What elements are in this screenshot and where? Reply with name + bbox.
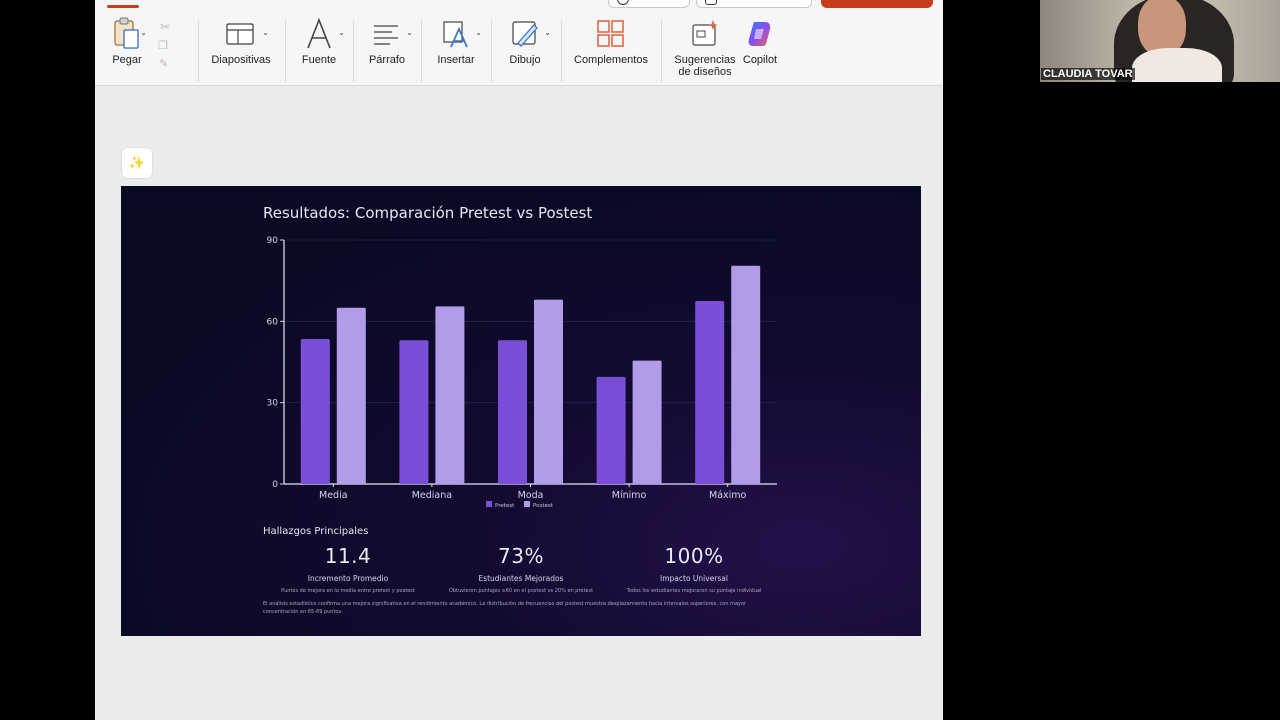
- stat-value: 11.4: [324, 544, 372, 568]
- ribbon-divider: [285, 20, 286, 82]
- comments-button[interactable]: [696, 0, 812, 8]
- record-icon: [617, 0, 629, 5]
- addins-button[interactable]: Complementos: [571, 16, 651, 80]
- bar-pretest: [399, 340, 429, 484]
- conclusion-text: El análisis estadístico confirma una mej…: [263, 601, 747, 615]
- bar-postest: [731, 265, 761, 484]
- insert-shapes-icon: ⌄: [436, 16, 482, 52]
- share-button[interactable]: [821, 0, 933, 8]
- x-tick-label: Moda: [518, 490, 544, 501]
- paste-button[interactable]: ⌄ Pegar: [105, 16, 149, 80]
- stat-value: 73%: [498, 544, 544, 568]
- format-painter-icon[interactable]: ✎: [159, 57, 179, 70]
- legend-label: Pretest: [495, 503, 515, 509]
- stat-description: Todos los estudiantes mejoraron su punta…: [626, 588, 762, 594]
- bar-postest: [534, 299, 563, 484]
- paste-label: Pegar: [112, 54, 142, 66]
- powerpoint-window: ⌄ Pegar ✂ ❐ ✎ ⌄ Diapositivas ⌄ Fuente ⌄ …: [95, 0, 943, 720]
- comment-icon: [705, 0, 717, 5]
- ribbon-divider: [353, 20, 354, 82]
- screen: ⌄ Pegar ✂ ❐ ✎ ⌄ Diapositivas ⌄ Fuente ⌄ …: [0, 0, 1280, 720]
- draw-pen-icon: ⌄: [505, 16, 551, 52]
- x-tick-label: Media: [319, 490, 348, 501]
- stat-increment: 11.4 Incremento Promedio Puntos de mejor…: [248, 544, 448, 594]
- slide-canvas[interactable]: 0 30 60 90 Media Mediana Moda Mínimo Máximo Prete…: [121, 186, 921, 636]
- ribbon-toolbar: ⌄ Pegar ✂ ❐ ✎ ⌄ Diapositivas ⌄ Fuente ⌄ …: [95, 10, 943, 86]
- ribbon-divider: [561, 20, 562, 82]
- findings-title: Hallazgos Principales: [263, 526, 369, 537]
- stat-improved: 73% Estudiantes Mejorados Obtuvieron pun…: [421, 544, 621, 594]
- participant-body: [1132, 48, 1222, 82]
- clipboard-small-tools: ✂ ❐ ✎: [155, 20, 179, 80]
- slide-title: Resultados: Comparación Pretest vs Poste…: [263, 204, 593, 222]
- stat-label: Incremento Promedio: [307, 574, 389, 583]
- stat-description: Obtuvieron puntajes ≥60 en el postest vs…: [448, 588, 594, 594]
- designer-quick-button[interactable]: ✨: [122, 148, 152, 178]
- y-tick-label: 60: [267, 317, 279, 327]
- designer-button[interactable]: Sugerencias de diseños: [671, 16, 739, 80]
- copilot-icon: [740, 16, 780, 52]
- stat-label: Estudiantes Mejorados: [478, 574, 564, 583]
- cut-icon[interactable]: ✂: [160, 20, 179, 34]
- bar-chart: 0 30 60 90 Media Mediana Moda Mínimo Máximo Prete…: [267, 236, 777, 509]
- active-tab-indicator: [107, 5, 139, 8]
- addins-label: Complementos: [574, 54, 648, 66]
- draw-label: Dibujo: [509, 54, 541, 66]
- bar-pretest: [498, 340, 527, 484]
- ribbon-divider: [421, 20, 422, 82]
- stat-label: Impacto Universal: [660, 574, 728, 583]
- designer-label: Sugerencias de diseños: [674, 54, 736, 78]
- ribbon-divider: [198, 20, 199, 82]
- font-label: Fuente: [301, 54, 337, 66]
- stat-universal: 100% Impacto Universal Todos los estudia…: [594, 544, 794, 594]
- stat-value: 100%: [664, 544, 724, 568]
- legend-label: Postest: [533, 503, 554, 509]
- slide-layout-icon: ⌄: [221, 16, 269, 52]
- addins-grid-icon: [591, 16, 631, 52]
- y-tick-label: 30: [267, 399, 279, 409]
- legend-swatch: [486, 501, 492, 507]
- participant-name: CLAUDIA TOVAR: [1041, 68, 1135, 80]
- font-icon: ⌄: [299, 16, 345, 52]
- y-tick-label: 0: [272, 480, 278, 490]
- copilot-label: Copilot: [742, 54, 778, 66]
- stat-description: Puntos de mejora en la media entre prete…: [281, 588, 415, 594]
- bar-postest: [435, 306, 465, 484]
- paragraph-button[interactable]: ⌄ Párrafo: [363, 16, 413, 80]
- x-tick-label: Mediana: [412, 490, 452, 501]
- draw-button[interactable]: ⌄ Dibujo: [501, 16, 551, 80]
- sparkle-wand-icon: ✨: [128, 155, 146, 170]
- legend-swatch: [524, 501, 530, 507]
- copilot-button[interactable]: Copilot: [739, 16, 781, 80]
- copy-icon[interactable]: ❐: [158, 39, 179, 52]
- participant-video[interactable]: CLAUDIA TOVAR: [1040, 0, 1280, 82]
- ribbon-divider: [491, 20, 492, 82]
- x-tick-label: Máximo: [709, 490, 747, 501]
- bar-pretest: [300, 338, 330, 484]
- paragraph-align-icon: ⌄: [374, 25, 413, 45]
- bar-pretest: [596, 376, 626, 484]
- font-button[interactable]: ⌄ Fuente: [295, 16, 345, 80]
- slides-label: Diapositivas: [211, 54, 271, 66]
- y-tick-label: 90: [267, 236, 279, 246]
- insert-label: Insertar: [437, 54, 475, 66]
- bar-postest: [632, 360, 662, 484]
- insert-button[interactable]: ⌄ Insertar: [431, 16, 482, 80]
- bar-pretest: [695, 301, 725, 484]
- clipboard-icon: ⌄: [107, 16, 147, 52]
- x-tick-label: Mínimo: [612, 490, 647, 501]
- designer-icon: [685, 16, 725, 52]
- ribbon-divider: [661, 20, 662, 82]
- bar-postest: [336, 307, 366, 484]
- menu-tabs-strip: [95, 0, 943, 10]
- paragraph-label: Párrafo: [368, 54, 406, 66]
- record-button[interactable]: [608, 0, 690, 8]
- slides-button[interactable]: ⌄ Diapositivas: [207, 16, 275, 80]
